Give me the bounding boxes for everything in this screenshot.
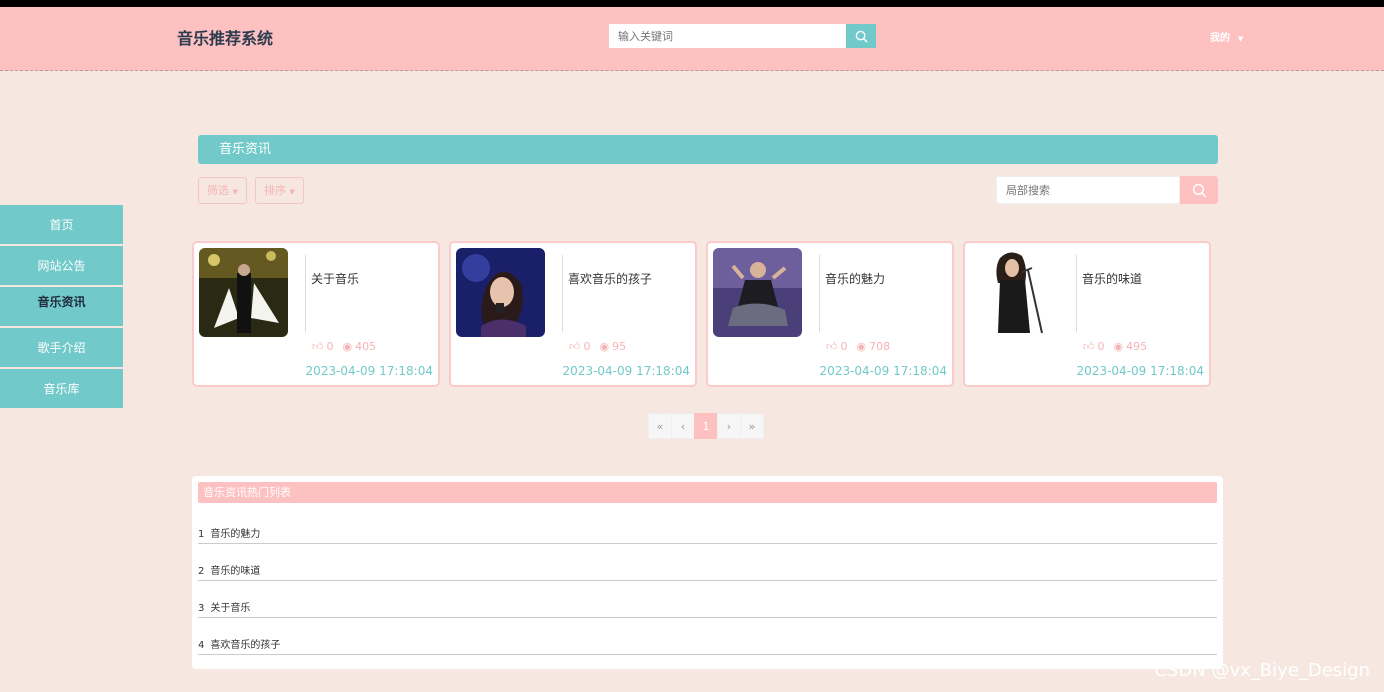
news-thumbnail[interactable] — [199, 248, 288, 337]
eye-icon: ◉ — [599, 340, 610, 353]
news-title[interactable]: 音乐的魅力 — [825, 270, 885, 287]
news-stats: 👍︎ 0 ◉ 405 — [312, 340, 385, 353]
like-count: 0 — [326, 340, 334, 353]
hot-list-item[interactable]: 3 关于音乐 — [198, 587, 1217, 618]
like-count: 0 — [840, 340, 848, 353]
sidebar-item-singers[interactable]: 歌手介绍 — [0, 328, 123, 367]
eye-icon: ◉ — [342, 340, 353, 353]
news-card[interactable]: 喜欢音乐的孩子 👍︎ 0 ◉ 95 2023-04-09 17:18:04 — [449, 241, 697, 387]
caret-down-icon: ▼ — [289, 188, 295, 196]
news-stats: 👍︎ 0 ◉ 708 — [826, 340, 899, 353]
caret-down-icon: ▼ — [232, 188, 238, 196]
hot-item-index: 3 — [198, 603, 205, 614]
card-divider — [562, 255, 563, 332]
thumbs-up-icon[interactable]: 👍︎ — [1083, 340, 1095, 353]
hot-item-title[interactable]: 音乐的味道 — [210, 566, 260, 577]
news-title[interactable]: 喜欢音乐的孩子 — [568, 270, 652, 287]
news-card[interactable]: 关于音乐 👍︎ 0 ◉ 405 2023-04-09 17:18:04 — [192, 241, 440, 387]
user-menu[interactable]: 我的 ▼ — [1210, 29, 1243, 44]
hot-item-title[interactable]: 音乐的魅力 — [210, 529, 260, 540]
news-thumbnail[interactable] — [970, 248, 1059, 337]
eye-icon: ◉ — [1113, 340, 1124, 353]
view-count: 405 — [355, 340, 377, 353]
hot-item-title[interactable]: 关于音乐 — [210, 603, 250, 614]
search-icon — [1192, 183, 1206, 197]
hot-list-item[interactable]: 2 音乐的味道 — [198, 550, 1217, 581]
watermark-text: CSDN @vx_Biye_Design — [1154, 660, 1370, 681]
search-button[interactable] — [846, 24, 876, 48]
news-thumbnail[interactable] — [456, 248, 545, 337]
filter-dropdown[interactable]: 筛选 ▼ — [198, 177, 247, 204]
news-date: 2023-04-09 17:18:04 — [305, 364, 433, 378]
local-search-button[interactable] — [1180, 176, 1218, 204]
header-search — [609, 24, 876, 48]
sidebar-item-library[interactable]: 音乐库 — [0, 369, 123, 408]
view-count: 495 — [1126, 340, 1148, 353]
hot-item-index: 1 — [198, 529, 205, 540]
news-date: 2023-04-09 17:18:04 — [562, 364, 690, 378]
view-count: 708 — [869, 340, 891, 353]
thumbs-up-icon[interactable]: 👍︎ — [569, 340, 581, 353]
hot-item-index: 2 — [198, 566, 205, 577]
page-next-button[interactable]: › — [717, 413, 741, 439]
card-divider — [819, 255, 820, 332]
news-title[interactable]: 音乐的味道 — [1082, 270, 1142, 287]
site-brand[interactable]: 音乐推荐系统 — [177, 25, 273, 49]
sidebar-item-notices[interactable]: 网站公告 — [0, 246, 123, 285]
news-card[interactable]: 音乐的味道 👍︎ 0 ◉ 495 2023-04-09 17:18:04 — [963, 241, 1211, 387]
sort-label: 排序 — [264, 184, 286, 197]
page-prev-button[interactable]: ‹ — [671, 413, 695, 439]
sidebar-item-news[interactable]: 音乐资讯 — [0, 287, 123, 326]
hot-list-item[interactable]: 1 音乐的魅力 — [198, 513, 1217, 544]
sidebar-item-home[interactable]: 首页 — [0, 205, 123, 244]
sidebar-nav: 首页 网站公告 音乐资讯 歌手介绍 音乐库 — [0, 205, 123, 410]
news-thumbnail[interactable] — [713, 248, 802, 337]
page-first-button[interactable]: « — [648, 413, 672, 439]
site-header: 音乐推荐系统 我的 ▼ — [0, 7, 1384, 71]
hot-item-title[interactable]: 喜欢音乐的孩子 — [210, 640, 280, 651]
news-stats: 👍︎ 0 ◉ 495 — [1083, 340, 1156, 353]
filter-label: 筛选 — [207, 184, 229, 197]
news-date: 2023-04-09 17:18:04 — [819, 364, 947, 378]
top-black-bar — [0, 0, 1384, 7]
news-date: 2023-04-09 17:18:04 — [1076, 364, 1204, 378]
local-search — [996, 176, 1218, 204]
page-last-button[interactable]: » — [740, 413, 764, 439]
hot-list-panel: 音乐资讯热门列表 1 音乐的魅力 2 音乐的味道 3 关于音乐 4 喜欢音乐的孩子 — [192, 476, 1223, 669]
thumbs-up-icon[interactable]: 👍︎ — [826, 340, 838, 353]
thumbs-up-icon[interactable]: 👍︎ — [312, 340, 324, 353]
news-card[interactable]: 音乐的魅力 👍︎ 0 ◉ 708 2023-04-09 17:18:04 — [706, 241, 954, 387]
news-stats: 👍︎ 0 ◉ 95 — [569, 340, 635, 353]
search-input[interactable] — [609, 24, 846, 48]
page-number-button[interactable]: 1 — [694, 413, 718, 439]
card-divider — [305, 255, 306, 332]
card-divider — [1076, 255, 1077, 332]
search-icon — [855, 30, 868, 43]
hot-list-title: 音乐资讯热门列表 — [198, 482, 1217, 503]
user-menu-label: 我的 — [1210, 33, 1230, 44]
pagination: « ‹ 1 › » — [648, 413, 764, 439]
news-title[interactable]: 关于音乐 — [311, 270, 359, 287]
caret-down-icon: ▼ — [1238, 35, 1244, 43]
like-count: 0 — [583, 340, 591, 353]
view-count: 95 — [612, 340, 627, 353]
eye-icon: ◉ — [856, 340, 867, 353]
hot-item-index: 4 — [198, 640, 205, 651]
sort-dropdown[interactable]: 排序 ▼ — [255, 177, 304, 204]
section-title: 音乐资讯 — [198, 135, 1218, 164]
like-count: 0 — [1097, 340, 1105, 353]
hot-list-item[interactable]: 4 喜欢音乐的孩子 — [198, 624, 1217, 655]
local-search-input[interactable] — [996, 176, 1180, 204]
